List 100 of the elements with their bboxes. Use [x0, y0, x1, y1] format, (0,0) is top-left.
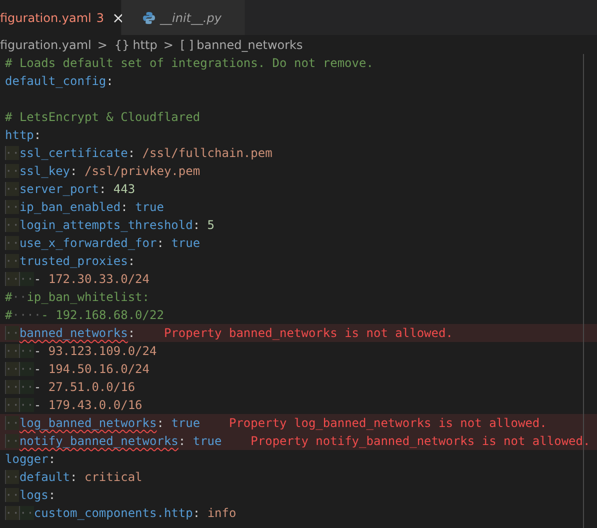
whitespace-marker: ··: [5, 488, 20, 502]
yaml-punctuation: :: [120, 200, 129, 214]
yaml-punctuation: :: [70, 470, 78, 484]
whitespace-marker: ··: [5, 344, 20, 358]
yaml-punctuation: :: [192, 218, 202, 232]
python-icon: [142, 10, 156, 24]
symbol-icon: {}: [114, 38, 130, 52]
yaml-key: ssl_key: [19, 164, 70, 178]
yaml-string: /ssl/fullchain.pem: [142, 146, 272, 160]
whitespace-marker: ··: [5, 254, 20, 268]
whitespace-marker: ··: [5, 434, 20, 448]
yaml-key: ip_ban_enabled: [19, 200, 121, 214]
yaml-string: /ssl/privkey.pem: [84, 164, 200, 178]
error-message: Property banned_networks is not allowed.: [164, 326, 453, 340]
yaml-punctuation: :: [70, 164, 78, 178]
whitespace-marker: ··: [5, 182, 20, 196]
yaml-key: trusted_proxies: [19, 254, 128, 268]
whitespace-marker: ··: [5, 146, 20, 160]
whitespace-marker: ··: [5, 236, 20, 250]
yaml-punctuation: :: [178, 434, 187, 448]
yaml-comment: ip_ban_whitelist:: [26, 290, 150, 304]
yaml-key: default_config: [5, 74, 106, 88]
yaml-punctuation: :: [48, 488, 56, 502]
editor-tab[interactable]: figuration.yaml 3 ×: [0, 0, 122, 35]
whitespace-marker: ··: [19, 398, 34, 412]
problem-count: 3: [96, 10, 104, 24]
yaml-number: 443: [113, 182, 136, 196]
yaml-punctuation: :: [128, 254, 136, 268]
yaml-punctuation: :: [34, 128, 42, 142]
yaml-punctuation: -: [34, 398, 42, 412]
yaml-punctuation: :: [192, 506, 202, 520]
yaml-punctuation: :: [106, 74, 114, 88]
whitespace-marker: ··: [19, 380, 34, 394]
yaml-punctuation: -: [34, 362, 42, 376]
yaml-comment: #: [5, 290, 12, 304]
yaml-string: 27.51.0.0/16: [48, 380, 136, 394]
whitespace-marker: ··: [5, 470, 20, 484]
yaml-key: banned_networks: [19, 326, 128, 340]
breadcrumb-item[interactable]: figuration.yaml: [0, 38, 92, 52]
whitespace-marker: ··: [19, 272, 34, 286]
yaml-punctuation: :: [98, 182, 108, 196]
yaml-comment: - 192.168.68.0/22: [41, 308, 164, 322]
yaml-comment: # Loads default set of integrations. Do not remove.: [5, 56, 374, 70]
symbol-icon: [ ]: [180, 38, 194, 52]
yaml-punctuation: :: [156, 236, 165, 250]
whitespace-marker: ··: [5, 362, 20, 376]
chevron-icon: >: [163, 38, 174, 52]
close-icon[interactable]: ×: [112, 10, 125, 26]
tab-label: __init__.py: [160, 10, 222, 24]
yaml-key: default: [19, 470, 70, 484]
yaml-boolean: true: [171, 416, 200, 430]
yaml-key: http: [5, 128, 34, 142]
whitespace-marker: ··: [5, 398, 20, 412]
breadcrumb-item[interactable]: banned_networks: [196, 38, 303, 52]
yaml-key: notify_banned_networks: [19, 434, 178, 448]
yaml-number: 5: [207, 218, 215, 232]
yaml-string: critical: [84, 470, 142, 484]
error-message: Property notify_banned_networks is not allowed.: [250, 434, 590, 448]
yaml-string: 194.50.16.0/24: [48, 362, 150, 376]
yaml-key: log_banned_networks: [19, 416, 157, 430]
yaml-string: info: [207, 506, 236, 520]
whitespace-marker: ··: [5, 164, 20, 178]
yaml-comment: # LetsEncrypt & Cloudflared: [5, 110, 200, 124]
yaml-string: 179.43.0.0/16: [48, 398, 142, 412]
yaml-key: ssl_certificate: [19, 146, 128, 160]
tab-label: figuration.yaml: [0, 10, 92, 24]
yaml-punctuation: -: [34, 344, 42, 358]
yaml-punctuation: :: [128, 326, 136, 340]
whitespace-marker: ··: [5, 326, 20, 340]
whitespace-marker: ··: [5, 218, 20, 232]
yaml-boolean: true: [135, 200, 164, 214]
yaml-boolean: true: [192, 434, 222, 448]
whitespace-marker: ··: [5, 416, 20, 430]
yaml-comment: #: [5, 308, 12, 322]
chevron-icon: >: [97, 38, 108, 52]
yaml-key: server_port: [19, 182, 99, 196]
yaml-string: 172.30.33.0/24: [48, 272, 150, 286]
whitespace-marker: ··: [12, 290, 27, 304]
whitespace-marker: ··: [19, 362, 34, 376]
yaml-key: login_attempts_threshold: [19, 218, 193, 232]
whitespace-marker: ··: [19, 506, 34, 520]
whitespace-marker: ··: [5, 200, 20, 214]
yaml-key: custom_components.http: [34, 506, 193, 520]
yaml-punctuation: :: [156, 416, 165, 430]
whitespace-marker: ··: [5, 272, 20, 286]
error-message: Property log_banned_networks is not allowed.: [228, 416, 547, 430]
yaml-punctuation: :: [48, 452, 56, 466]
yaml-key: use_x_forwarded_for: [19, 236, 157, 250]
editor-tab[interactable]: __init__.py: [122, 0, 245, 35]
whitespace-marker: ··: [5, 506, 20, 520]
yaml-key: logs: [19, 488, 48, 502]
whitespace-marker: ··: [5, 380, 20, 394]
yaml-string: 93.123.109.0/24: [48, 344, 157, 358]
yaml-punctuation: -: [34, 272, 42, 286]
whitespace-marker: ····: [12, 308, 42, 322]
whitespace-marker: ··: [19, 344, 34, 358]
yaml-key: logger: [5, 452, 48, 466]
yaml-punctuation: :: [128, 146, 136, 160]
breadcrumb-item[interactable]: http: [132, 38, 158, 52]
yaml-boolean: true: [171, 236, 200, 250]
